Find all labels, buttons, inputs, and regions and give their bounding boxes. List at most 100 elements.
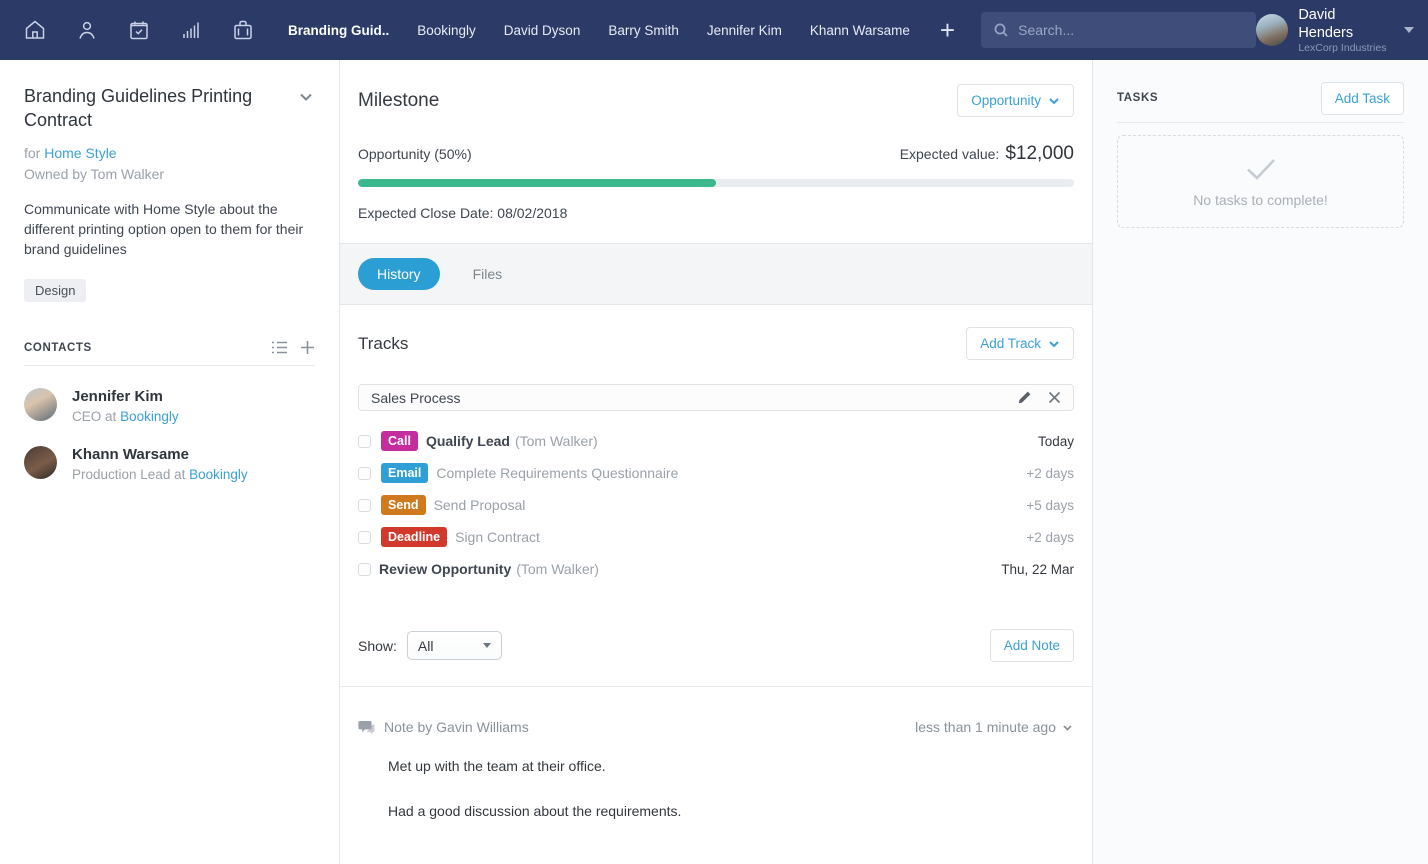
search-icon [993,22,1009,38]
badge-email: Email [381,463,428,483]
contact-row[interactable]: Khann Warsame Production Lead at Booking… [24,446,315,482]
cases-icon[interactable] [230,17,256,43]
contact-name[interactable]: Jennifer Kim [72,388,179,405]
user-menu[interactable]: David Henders LexCorp Industries [1256,6,1414,54]
collapse-chevron-icon[interactable] [297,88,315,111]
task-checkbox[interactable] [358,563,371,576]
task-title[interactable]: Review Opportunity [379,561,511,577]
milestone-stage-label: Opportunity (50%) [358,146,472,162]
nav-icon-group [22,17,256,43]
task-due: +2 days [1026,530,1074,545]
edit-track-icon[interactable] [1017,390,1032,405]
tab-david-dyson[interactable]: David Dyson [504,23,581,38]
add-contact-icon[interactable] [300,340,315,355]
task-checkbox[interactable] [358,531,371,544]
task-owner: (Tom Walker) [516,561,599,577]
task-title[interactable]: Complete Requirements Questionnaire [436,465,678,481]
home-icon[interactable] [22,17,48,43]
tracks-section: Tracks Add Track Sales Process [340,305,1092,585]
note-icon [358,720,375,735]
history-files-tabs: History Files [340,243,1092,305]
chevron-down-icon [1061,721,1074,734]
task-title[interactable]: Send Proposal [434,497,526,513]
organisation-link[interactable]: Home Style [44,145,116,161]
user-org: LexCorp Industries [1298,42,1390,54]
list-view-icon[interactable] [271,340,288,355]
add-new-button[interactable]: + [940,17,955,43]
track-name: Sales Process [371,390,460,406]
tab-barry-smith[interactable]: Barry Smith [608,23,679,38]
tasks-header: TASKS [1117,92,1158,104]
tab-bookingly[interactable]: Bookingly [417,23,476,38]
chevron-down-icon [483,643,491,648]
opportunity-for: for Home Style [24,145,315,161]
contact-org-link[interactable]: Bookingly [189,467,248,482]
badge-call: Call [381,431,418,451]
tab-jennifer-kim[interactable]: Jennifer Kim [707,23,782,38]
task-row: Email Complete Requirements Questionnair… [358,457,1074,489]
search-box[interactable] [981,12,1256,48]
user-avatar [1256,14,1288,46]
add-note-button[interactable]: Add Note [990,629,1074,662]
task-title[interactable]: Sign Contract [455,529,540,545]
contacts-divider [24,365,315,366]
contact-at-text: at [105,409,116,424]
track-task-list: Call Qualify Lead (Tom Walker) Today Ema… [358,425,1074,585]
badge-send: Send [381,495,426,515]
contact-row[interactable]: Jennifer Kim CEO at Bookingly [24,388,315,424]
chevron-down-icon [1048,338,1060,350]
contact-role-text: CEO [72,409,101,424]
task-checkbox[interactable] [358,499,371,512]
contact-role: CEO at Bookingly [72,409,179,424]
task-row: Review Opportunity (Tom Walker) Thu, 22 … [358,553,1074,585]
task-title[interactable]: Qualify Lead [426,433,510,449]
history-filter-row: Show: All Add Note [340,585,1092,686]
task-due: +5 days [1026,498,1074,513]
top-navbar: Branding Guid.. Bookingly David Dyson Ba… [0,0,1428,60]
tab-khann-warsame[interactable]: Khann Warsame [810,23,910,38]
task-due: Thu, 22 Mar [1001,562,1074,577]
progress-fill [358,179,716,187]
show-label: Show: [358,638,397,654]
search-input[interactable] [1018,22,1244,38]
milestone-section: Milestone Opportunity Opportunity (50%) … [340,60,1092,243]
tasks-divider [1117,122,1404,123]
close-track-icon[interactable] [1048,391,1061,404]
contact-name[interactable]: Khann Warsame [72,446,248,463]
contact-org-link[interactable]: Bookingly [120,409,179,424]
note-line: Met up with the team at their office. [388,757,1074,777]
task-row: Send Send Proposal +5 days [358,489,1074,521]
tab-branding-guidelines[interactable]: Branding Guid.. [288,23,389,38]
tab-files[interactable]: Files [454,258,522,290]
milestone-title: Milestone [358,90,439,112]
show-filter-select[interactable]: All [407,631,502,660]
expected-value-label: Expected value: [900,146,1000,162]
calendar-icon[interactable] [126,17,152,43]
add-track-button[interactable]: Add Track [966,327,1074,360]
reports-icon[interactable] [178,17,204,43]
opportunity-title: Branding Guidelines Printing Contract [24,84,294,133]
chevron-down-icon [1048,95,1060,107]
tasks-empty-state: No tasks to complete! [1117,135,1404,228]
opportunity-selector-button[interactable]: Opportunity [957,84,1074,117]
task-due: +2 days [1026,466,1074,481]
tracks-title: Tracks [358,334,408,354]
task-checkbox[interactable] [358,435,371,448]
check-icon [1244,156,1278,182]
task-due: Today [1038,434,1074,449]
opportunity-owner: Owned by Tom Walker [24,166,315,182]
task-checkbox[interactable] [358,467,371,480]
tab-history[interactable]: History [358,258,440,290]
contact-role: Production Lead at Bookingly [72,467,248,482]
note-time-text: less than 1 minute ago [915,719,1056,735]
task-owner: (Tom Walker) [515,433,598,449]
tag-design[interactable]: Design [24,279,86,302]
history-feed: Note by Gavin Williams less than 1 minut… [340,686,1092,821]
people-icon[interactable] [74,17,100,43]
add-task-button[interactable]: Add Task [1321,82,1404,115]
note-timestamp[interactable]: less than 1 minute ago [915,719,1074,735]
add-note-label: Add Note [1004,638,1060,653]
opportunity-selector-label: Opportunity [971,93,1041,108]
user-name: David Henders [1298,6,1390,42]
expected-close-date: Expected Close Date: 08/02/2018 [358,205,1074,221]
